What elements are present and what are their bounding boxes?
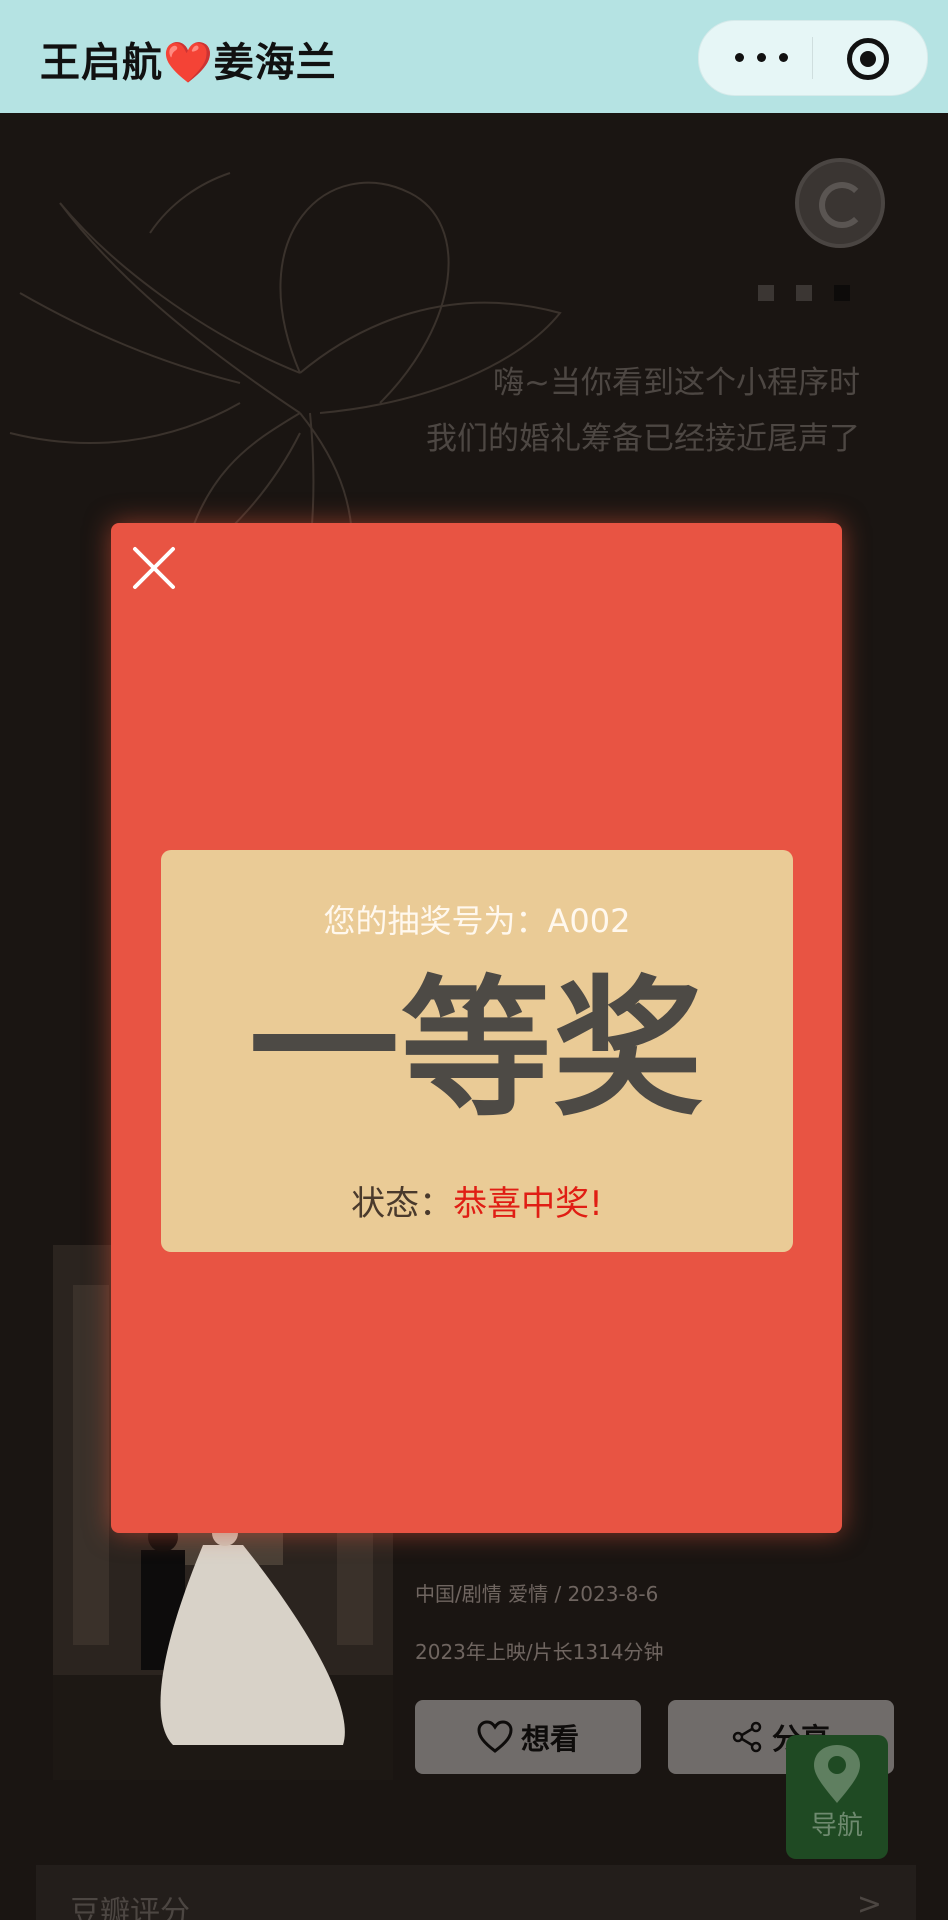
music-disc-icon[interactable] <box>795 158 885 248</box>
heart-icon <box>477 1720 513 1753</box>
prize-title: 一等奖 <box>248 963 705 1137</box>
nav-label: 导航 <box>810 1811 863 1841</box>
status-label: 状态： <box>351 1184 454 1224</box>
top-nav-bar: 王启航❤️姜海兰 <box>0 0 948 113</box>
douban-rating-row[interactable]: 豆瓣评分 > <box>36 1865 916 1920</box>
intro-line-2: 我们的婚礼筹备已经接近尾声了 <box>426 421 860 457</box>
target-icon[interactable] <box>847 38 889 80</box>
share-icon <box>732 1721 762 1753</box>
close-icon[interactable] <box>129 543 179 593</box>
want-button[interactable]: 想看 <box>415 1700 641 1774</box>
capsule-divider <box>812 37 813 79</box>
more-dots-icon[interactable] <box>735 47 815 69</box>
status-value: 恭喜中奖! <box>453 1184 603 1224</box>
prize-card: 您的抽奖号为：A002 一等奖 状态：恭喜中奖! <box>161 850 793 1252</box>
page-title: 王启航❤️姜海兰 <box>40 40 337 86</box>
intro-text: 嗨~当你看到这个小程序时 我们的婚礼筹备已经接近尾声了 <box>426 355 860 467</box>
want-label: 想看 <box>520 1722 579 1756</box>
rating-label: 豆瓣评分 <box>70 1895 190 1920</box>
navigation-float-button[interactable]: 导航 <box>786 1735 888 1859</box>
movie-meta-length: 2023年上映/片长1314分钟 <box>415 1640 664 1664</box>
lottery-modal: 您的抽奖号为：A002 一等奖 状态：恭喜中奖! <box>111 523 842 1533</box>
lottery-prefix: 您的抽奖号为： <box>323 902 548 940</box>
lottery-number: A002 <box>547 902 631 940</box>
lottery-number-line: 您的抽奖号为：A002 <box>161 896 793 942</box>
intro-line-1: 嗨~当你看到这个小程序时 <box>493 365 860 401</box>
status-line: 状态：恭喜中奖! <box>161 1176 793 1225</box>
mini-program-capsule <box>698 20 928 96</box>
location-pin-icon <box>814 1745 860 1803</box>
chevron-right-icon: > <box>856 1887 882 1920</box>
movie-meta-genre: 中国/剧情 爱情 / 2023-8-6 <box>415 1582 659 1606</box>
